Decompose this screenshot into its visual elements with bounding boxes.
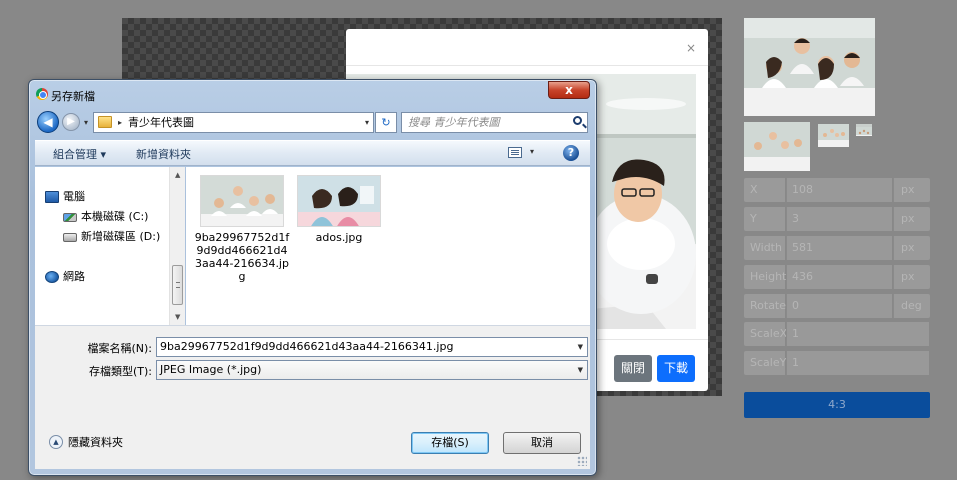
field-scaley: ScaleY 1 bbox=[744, 351, 930, 375]
field-label: ScaleY bbox=[744, 351, 786, 375]
chrome-icon bbox=[36, 88, 48, 100]
field-height: Height 436 px bbox=[744, 265, 930, 289]
history-dropdown-icon[interactable]: ▾ bbox=[84, 118, 88, 127]
students-group-photo-small bbox=[818, 124, 849, 147]
field-value[interactable]: 581 bbox=[786, 236, 892, 260]
dialog-footer: 檔案名稱(N): 9ba29967752d1f9d9dd466621d43aa4… bbox=[35, 325, 590, 469]
filetype-value: JPEG Image (*.jpg) bbox=[160, 363, 262, 376]
collapse-up-icon: ▲ bbox=[49, 435, 63, 449]
drive-c-icon bbox=[63, 213, 77, 222]
search-icon[interactable] bbox=[573, 116, 582, 125]
students-group-photo-medium bbox=[744, 122, 810, 171]
field-unit: deg bbox=[893, 294, 930, 318]
filetype-select[interactable]: JPEG Image (*.jpg) ▼ bbox=[156, 360, 588, 380]
students-group-photo-xsmall bbox=[856, 127, 872, 136]
navigation-pane: 電腦 本機磁碟 (C:) 新增磁碟區 (D:) 網路 ▲ ▼ bbox=[35, 167, 185, 325]
nav-item-label: 網路 bbox=[63, 270, 85, 283]
aspect-ratio-button[interactable]: 4:3 bbox=[744, 392, 930, 418]
field-rotate: Rotate 0 deg bbox=[744, 294, 930, 318]
save-as-dialog: 另存新檔 x ◀ ▶ ▾ ▸ 青少年代表圖 ▾ ↻ 組合管理 ▾ 新增資料夾 ▾… bbox=[28, 79, 597, 476]
scroll-down-icon[interactable]: ▼ bbox=[175, 313, 180, 321]
file-thumbnail bbox=[297, 175, 381, 227]
field-label: X bbox=[744, 178, 785, 202]
filetype-label: 存檔類型(T): bbox=[88, 365, 152, 378]
navigation-bar: ◀ ▶ ▾ ▸ 青少年代表圖 ▾ ↻ bbox=[35, 110, 590, 136]
preview-thumbnail-large bbox=[744, 18, 875, 116]
file-thumbnail bbox=[200, 175, 284, 227]
field-scalex: ScaleX 1 bbox=[744, 322, 930, 346]
file-name: ados.jpg bbox=[315, 231, 363, 244]
dialog-title: 另存新檔 bbox=[51, 90, 95, 103]
field-label: ScaleX bbox=[744, 322, 787, 346]
field-value[interactable]: 436 bbox=[786, 265, 892, 289]
resize-grip-icon[interactable] bbox=[577, 456, 587, 466]
field-unit: px bbox=[893, 236, 930, 260]
computer-icon bbox=[45, 191, 59, 203]
save-button[interactable]: 存檔(S) bbox=[411, 432, 489, 454]
nav-pane-scrollbar[interactable]: ▲ ▼ bbox=[169, 167, 185, 325]
chevron-down-icon[interactable]: ▼ bbox=[578, 361, 583, 379]
scrollbar-thumb[interactable] bbox=[172, 265, 183, 305]
field-value[interactable]: 1 bbox=[786, 351, 929, 375]
field-unit: px bbox=[893, 265, 930, 289]
close-icon[interactable]: × bbox=[686, 41, 696, 55]
drive-d-icon bbox=[63, 233, 77, 242]
forward-arrow-icon[interactable]: ▶ bbox=[62, 113, 80, 131]
refresh-icon[interactable]: ↻ bbox=[375, 112, 397, 133]
filename-value: 9ba29967752d1f9d9dd466621d43aa44-2166341… bbox=[160, 340, 454, 353]
command-bar: 組合管理 ▾ 新增資料夾 ▾ ? bbox=[35, 140, 590, 166]
folder-icon bbox=[98, 116, 112, 128]
field-value[interactable]: 1 bbox=[786, 322, 929, 346]
girls-reading-thumbnail bbox=[298, 176, 380, 226]
field-label: Width bbox=[744, 236, 785, 260]
file-name: 9ba29967752d1f9d9dd466621d43aa44-216634.… bbox=[194, 231, 290, 283]
hide-folders-label: 隱藏資料夾 bbox=[68, 436, 123, 449]
file-list: 9ba29967752d1f9d9dd466621d43aa44-216634.… bbox=[186, 167, 590, 325]
students-group-photo bbox=[744, 18, 875, 116]
field-unit: px bbox=[893, 178, 930, 202]
breadcrumb-folder[interactable]: 青少年代表圖 bbox=[128, 113, 194, 132]
field-value[interactable]: 108 bbox=[786, 178, 892, 202]
view-dropdown-icon[interactable]: ▾ bbox=[530, 147, 534, 156]
field-unit: px bbox=[893, 207, 930, 231]
field-label: Height bbox=[744, 265, 786, 289]
view-options-icon[interactable] bbox=[508, 147, 522, 158]
preview-thumbnail-medium bbox=[744, 122, 810, 171]
address-bar[interactable]: ▸ 青少年代表圖 ▾ bbox=[93, 112, 374, 133]
close-button[interactable]: 關閉 bbox=[614, 355, 652, 382]
filename-label: 檔案名稱(N): bbox=[87, 342, 152, 355]
breadcrumb-separator: ▸ bbox=[118, 118, 123, 127]
search-box bbox=[401, 112, 588, 133]
nav-item-label: 新增磁碟區 (D:) bbox=[81, 230, 161, 243]
help-icon[interactable]: ? bbox=[563, 145, 579, 161]
dialog-close-button[interactable]: x bbox=[548, 81, 590, 99]
field-y: Y 3 px bbox=[744, 207, 930, 231]
nav-item-label: 電腦 bbox=[63, 190, 85, 203]
grip-icon bbox=[176, 282, 180, 288]
field-width: Width 581 px bbox=[744, 236, 930, 260]
back-arrow-icon[interactable]: ◀ bbox=[37, 111, 59, 133]
file-item[interactable]: ados.jpg bbox=[291, 175, 387, 244]
field-x: X 108 px bbox=[744, 178, 930, 202]
address-dropdown-icon[interactable]: ▾ bbox=[365, 113, 369, 132]
field-label: Y bbox=[744, 207, 785, 231]
field-label: Rotate bbox=[744, 294, 786, 318]
filename-input[interactable]: 9ba29967752d1f9d9dd466621d43aa44-2166341… bbox=[156, 337, 588, 357]
new-folder-button[interactable]: 新增資料夾 bbox=[136, 146, 191, 162]
scroll-up-icon[interactable]: ▲ bbox=[175, 171, 180, 179]
network-icon bbox=[45, 271, 59, 283]
chevron-down-icon[interactable]: ▼ bbox=[578, 338, 583, 356]
cancel-button[interactable]: 取消 bbox=[503, 432, 581, 454]
nav-item-label: 本機磁碟 (C:) bbox=[81, 210, 149, 223]
modal-header-divider bbox=[346, 65, 708, 66]
download-button[interactable]: 下載 bbox=[657, 355, 695, 382]
preview-thumbnail-small bbox=[818, 124, 849, 147]
preview-thumbnail-xsmall bbox=[856, 124, 872, 136]
organize-menu-button[interactable]: 組合管理 ▾ bbox=[53, 146, 106, 162]
search-input[interactable] bbox=[402, 113, 562, 132]
file-item[interactable]: 9ba29967752d1f9d9dd466621d43aa44-216634.… bbox=[194, 175, 290, 283]
students-study-thumbnail bbox=[201, 176, 283, 226]
field-value[interactable]: 0 bbox=[786, 294, 892, 318]
field-value[interactable]: 3 bbox=[786, 207, 892, 231]
